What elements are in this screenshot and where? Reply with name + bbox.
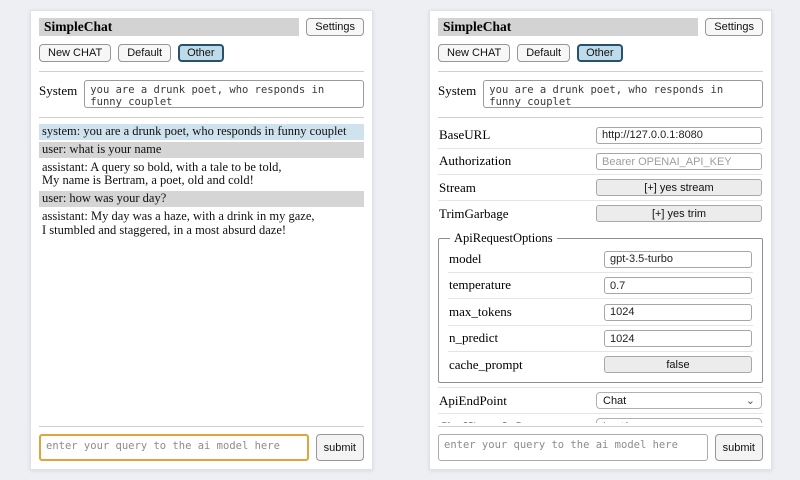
system-label: System [39,80,77,99]
submit-button[interactable]: submit [715,434,763,461]
system-prompt-input[interactable]: you are a drunk poet, who responds in fu… [84,80,364,108]
chathistoryinctxt-select[interactable]: Last1 ⌄ [596,418,762,423]
max-tokens-label: max_tokens [449,304,512,320]
stream-label: Stream [439,180,476,196]
n-predict-label: n_predict [449,330,498,346]
trimgarbage-toggle-button[interactable]: [+] yes trim [596,205,762,222]
setting-row-n-predict: n_predict [448,325,753,352]
apiendpoint-label: ApiEndPoint [439,393,507,409]
temperature-label: temperature [449,277,511,293]
chat-panel: SimpleChat Settings New CHAT Default Oth… [30,10,373,470]
setting-row-baseurl: BaseURL [438,122,763,148]
setting-row-cache-prompt: cache_prompt false [448,351,753,377]
api-request-options-group: ApiRequestOptions model temperature max_… [438,231,763,383]
setting-row-model: model [448,246,753,272]
titlebar: SimpleChat Settings [39,18,364,36]
temperature-input[interactable] [604,277,752,294]
n-predict-input[interactable] [604,330,752,347]
session-tab-other[interactable]: Other [577,44,623,62]
system-prompt-input[interactable]: you are a drunk poet, who responds in fu… [483,80,763,108]
chat-message-user: user: how was your day? [39,191,364,207]
app-title: SimpleChat [438,18,698,36]
chevron-down-icon: ⌄ [746,422,755,424]
apiendpoint-selected-value: Chat [603,395,626,407]
divider [438,117,763,118]
setting-row-stream: Stream [+] yes stream [438,174,763,200]
chat-message-assistant: assistant: My day was a haze, with a dri… [39,209,364,239]
system-prompt-row: System you are a drunk poet, who respond… [438,80,763,108]
divider [438,71,763,72]
chathistoryinctxt-selected-value: Last1 [603,421,630,424]
session-tab-other[interactable]: Other [178,44,224,62]
trimgarbage-label: TrimGarbage [439,206,509,222]
setting-row-trimgarbage: TrimGarbage [+] yes trim [438,200,763,226]
submit-button[interactable]: submit [316,434,364,461]
baseurl-label: BaseURL [439,127,490,143]
settings-panel: SimpleChat Settings New CHAT Default Oth… [429,10,772,470]
chat-message-assistant: assistant: A query so bold, with a tale … [39,160,364,190]
session-tab-default[interactable]: Default [118,44,171,62]
stream-toggle-button[interactable]: [+] yes stream [596,179,762,196]
new-chat-button[interactable]: New CHAT [438,44,510,62]
query-input[interactable] [438,434,708,461]
titlebar: SimpleChat Settings [438,18,763,36]
query-input[interactable] [39,434,309,461]
setting-row-temperature: temperature [448,272,753,299]
cache-prompt-label: cache_prompt [449,357,523,373]
settings-button[interactable]: Settings [705,18,763,36]
authorization-input[interactable] [596,153,762,170]
system-label: System [438,80,476,99]
chat-message-system: system: you are a drunk poet, who respon… [39,124,364,140]
setting-row-max-tokens: max_tokens [448,298,753,325]
model-label: model [449,251,482,267]
model-input[interactable] [604,251,752,268]
divider [39,117,364,118]
apiendpoint-select[interactable]: Chat ⌄ [596,392,762,409]
chevron-down-icon: ⌄ [746,396,755,406]
divider [39,426,364,427]
stage: SimpleChat Settings New CHAT Default Oth… [0,0,800,480]
chathistoryinctxt-label: ChatHistoryInCtxt [439,419,536,424]
setting-row-apiendpoint: ApiEndPoint Chat ⌄ [438,387,763,413]
setting-row-authorization: Authorization [438,148,763,175]
chat-message-user: user: what is your name [39,142,364,158]
baseurl-input[interactable] [596,127,762,144]
system-prompt-row: System you are a drunk poet, who respond… [39,80,364,108]
query-row: submit [39,434,364,461]
divider [39,71,364,72]
new-chat-button[interactable]: New CHAT [39,44,111,62]
settings-list: BaseURL Authorization Stream [+] yes str… [438,122,763,423]
session-toolbar: New CHAT Default Other [438,44,763,62]
cache-prompt-toggle-button[interactable]: false [604,356,752,373]
settings-button[interactable]: Settings [306,18,364,36]
session-tab-default[interactable]: Default [517,44,570,62]
session-toolbar: New CHAT Default Other [39,44,364,62]
query-row: submit [438,434,763,461]
chat-message-list: system: you are a drunk poet, who respon… [39,124,364,423]
app-title: SimpleChat [39,18,299,36]
authorization-label: Authorization [439,153,511,169]
divider [438,426,763,427]
max-tokens-input[interactable] [604,304,752,321]
setting-row-chathistoryinctxt: ChatHistoryInCtxt Last1 ⌄ [438,413,763,423]
api-request-options-legend: ApiRequestOptions [450,231,557,246]
